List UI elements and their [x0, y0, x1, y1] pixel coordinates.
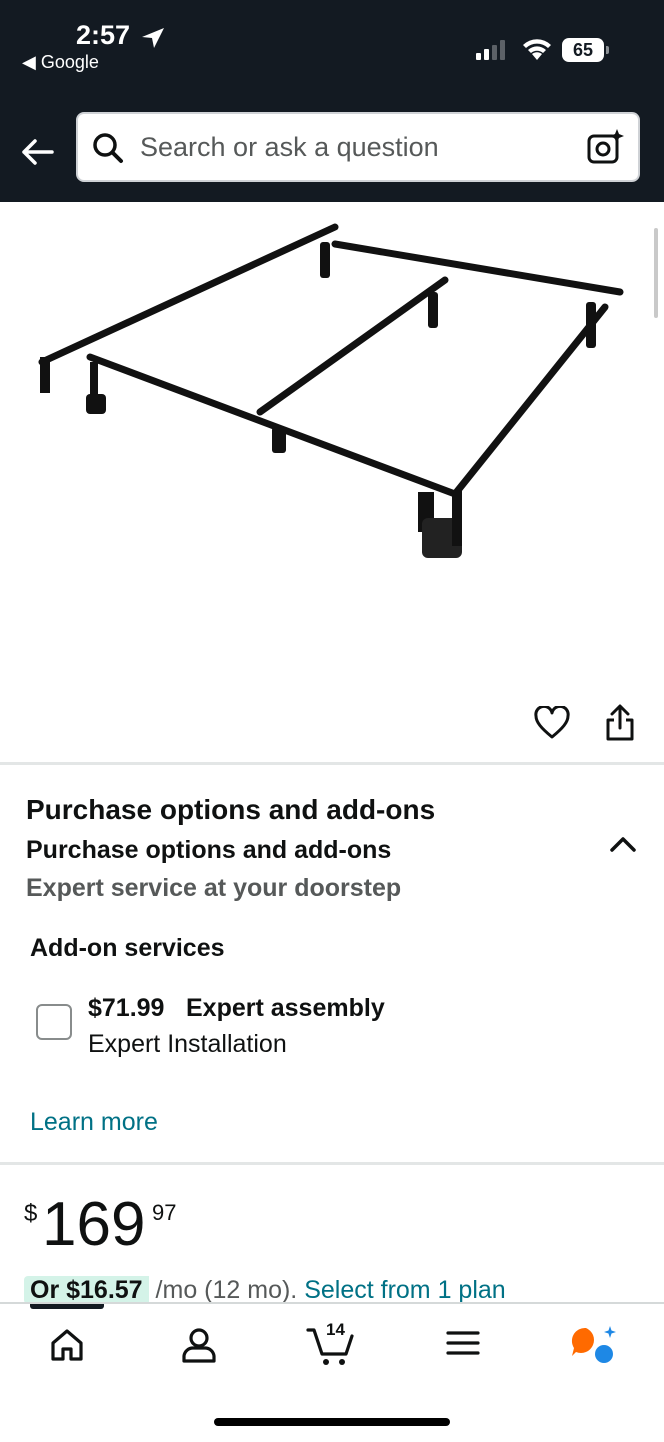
assistant-icon[interactable]	[570, 1324, 618, 1366]
active-tab-indicator	[30, 1304, 104, 1309]
monthly-payment: Or $16.57 /mo (12 mo). Select from 1 pla…	[24, 1276, 664, 1302]
wifi-icon	[523, 39, 551, 60]
purchase-options-description: Expert service at your doorstep	[26, 874, 402, 902]
chevron-up-icon[interactable]	[608, 832, 638, 856]
battery-indicator: 65	[562, 38, 609, 62]
addon-price: $71.99	[88, 994, 165, 1022]
purchase-options-title: Purchase options and add-ons	[26, 794, 436, 825]
monthly-amount: Or $16.57	[24, 1276, 149, 1302]
status-bar: 2:57 ◀ Google 65	[0, 0, 664, 100]
price-fraction: 97	[152, 1200, 177, 1225]
purchase-options-subtitle[interactable]: Purchase options and add-ons	[26, 836, 391, 865]
bottom-nav-bar: 14	[0, 1302, 664, 1442]
addon-name: Expert assembly	[186, 994, 385, 1022]
learn-more-link[interactable]: Learn more	[30, 1108, 158, 1137]
addon-services-heading: Add-on services	[30, 934, 225, 962]
back-arrow-icon[interactable]	[18, 132, 58, 172]
share-icon[interactable]	[604, 704, 636, 742]
expert-assembly-checkbox[interactable]	[36, 1004, 72, 1040]
location-arrow-icon	[142, 28, 164, 48]
cellular-signal-icon	[476, 40, 505, 60]
search-header: Search or ask a question	[0, 100, 664, 202]
back-to-google-link[interactable]: ◀ Google	[22, 52, 99, 73]
select-plan-link[interactable]: Select from 1 plan	[304, 1276, 506, 1302]
monthly-term: /mo (12 mo).	[155, 1276, 298, 1302]
price-currency: $	[24, 1200, 38, 1227]
price-whole: 169	[42, 1190, 146, 1259]
status-time: 2:57	[76, 20, 131, 50]
home-indicator	[214, 1418, 450, 1426]
search-input[interactable]: Search or ask a question	[76, 112, 640, 182]
home-icon[interactable]	[48, 1326, 86, 1364]
camera-search-icon[interactable]	[586, 128, 624, 166]
account-icon[interactable]	[180, 1326, 218, 1364]
menu-icon[interactable]	[446, 1326, 480, 1360]
search-placeholder: Search or ask a question	[140, 132, 439, 162]
scroll-indicator	[654, 228, 658, 318]
search-icon	[93, 133, 123, 163]
divider	[0, 1162, 664, 1165]
heart-wishlist-icon[interactable]	[534, 706, 570, 740]
divider	[0, 762, 664, 765]
cart-count: 14	[326, 1320, 345, 1339]
product-image[interactable]	[0, 202, 664, 702]
addon-subtitle: Expert Installation	[88, 1030, 287, 1058]
